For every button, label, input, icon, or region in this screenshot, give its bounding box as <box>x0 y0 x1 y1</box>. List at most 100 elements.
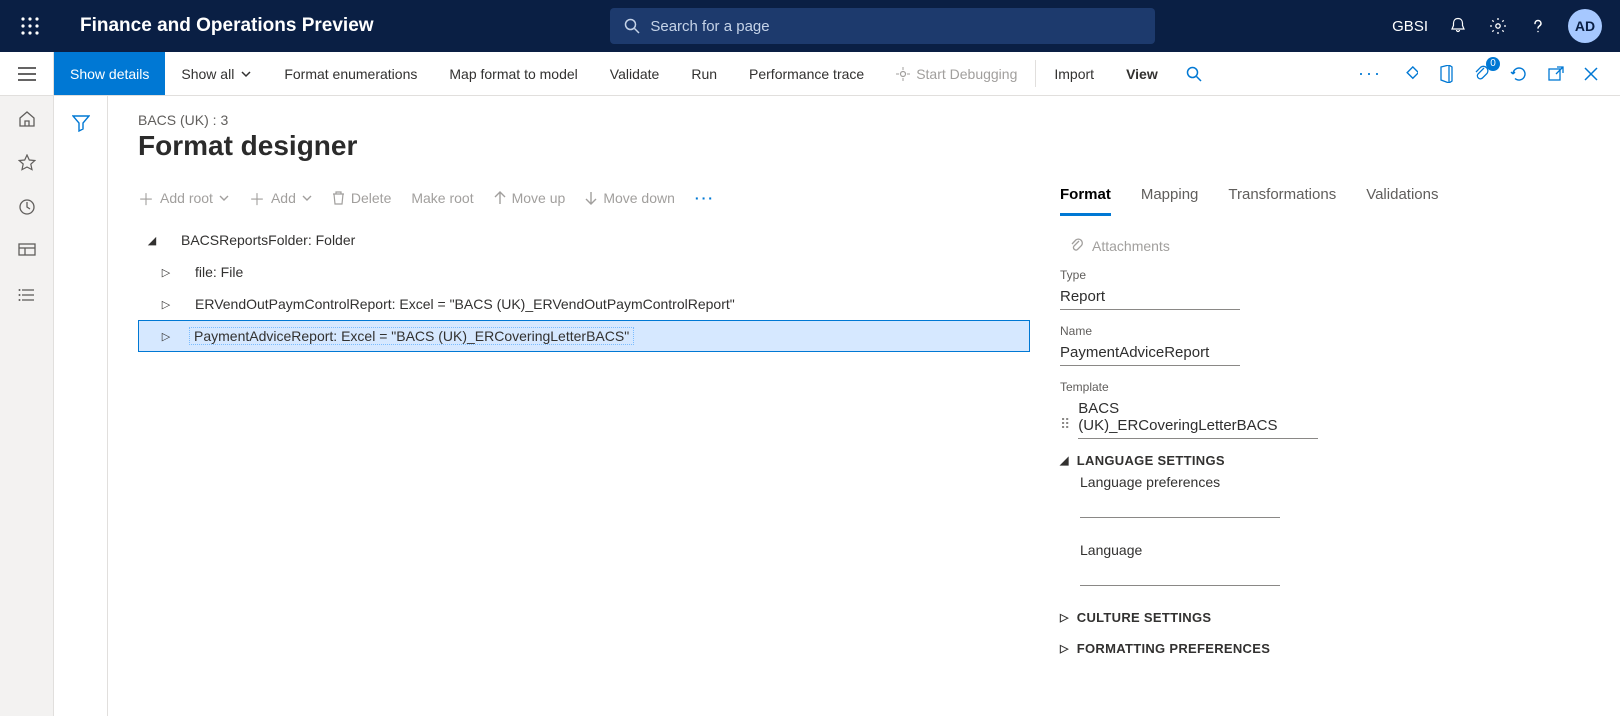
close-icon[interactable] <box>1584 67 1598 81</box>
office-icon[interactable] <box>1438 65 1454 83</box>
tree-node-label: ERVendOutPaymControlReport: Excel = "BAC… <box>189 296 741 312</box>
company-code[interactable]: GBSI <box>1392 18 1428 35</box>
body-content: BACS (UK) : 3 Format designer ＋Add root … <box>0 96 1620 716</box>
validate-button[interactable]: Validate <box>594 52 676 95</box>
tab-validations[interactable]: Validations <box>1366 186 1438 216</box>
template-field: Template ⠿ BACS (UK)_ERCoveringLetterBAC… <box>1060 380 1590 439</box>
format-tree: ◢ BACSReportsFolder: Folder ▷ file: File… <box>138 224 1030 352</box>
arrow-up-icon <box>494 191 506 205</box>
view-button[interactable]: View <box>1110 52 1174 95</box>
section-language-label: LANGUAGE SETTINGS <box>1077 453 1225 468</box>
detail-tabs: Format Mapping Transformations Validatio… <box>1060 186 1590 216</box>
list-icon[interactable] <box>18 286 36 304</box>
gear-icon[interactable] <box>1488 16 1508 36</box>
section-formatting-preferences[interactable]: ▷ FORMATTING PREFERENCES <box>1060 641 1590 656</box>
template-label: Template <box>1060 380 1590 394</box>
top-bar: Finance and Operations Preview Search fo… <box>0 0 1620 52</box>
move-down-button[interactable]: Move down <box>585 190 675 206</box>
run-button[interactable]: Run <box>675 52 733 95</box>
type-field: Type Report <box>1060 268 1590 310</box>
clock-icon[interactable] <box>18 198 36 216</box>
star-icon[interactable] <box>18 154 36 172</box>
tab-transformations[interactable]: Transformations <box>1228 186 1336 216</box>
tree-toolbar: ＋Add root ＋Add Delete Make root Move up … <box>138 186 1030 210</box>
tree-node-label: file: File <box>189 264 249 280</box>
debug-icon <box>896 67 910 81</box>
caret-right-icon: ▷ <box>1060 642 1069 655</box>
search-icon <box>624 18 640 34</box>
format-enumerations-button[interactable]: Format enumerations <box>268 52 433 95</box>
waffle-icon[interactable] <box>16 12 44 40</box>
grip-icon[interactable]: ⠿ <box>1060 413 1068 435</box>
name-label: Name <box>1060 324 1590 338</box>
map-format-button[interactable]: Map format to model <box>433 52 593 95</box>
attachments-icon[interactable]: 0 <box>1474 65 1490 83</box>
language-field[interactable] <box>1080 562 1280 586</box>
language-label: Language <box>1080 542 1590 558</box>
chevron-down-icon <box>302 193 312 203</box>
app-title: Finance and Operations Preview <box>80 15 374 37</box>
filter-rail <box>54 96 108 716</box>
attachments-badge: 0 <box>1486 57 1500 71</box>
left-rail <box>0 96 54 716</box>
help-icon[interactable] <box>1528 16 1548 36</box>
delete-button[interactable]: Delete <box>332 190 391 206</box>
breadcrumb: BACS (UK) : 3 <box>138 112 1590 128</box>
search-input[interactable]: Search for a page <box>610 8 1155 44</box>
detail-pane: Format Mapping Transformations Validatio… <box>1060 186 1590 662</box>
name-field: Name PaymentAdviceReport <box>1060 324 1590 366</box>
filter-icon[interactable] <box>72 114 90 716</box>
workspace-icon[interactable] <box>18 242 36 260</box>
caret-right-icon[interactable]: ▷ <box>157 298 175 311</box>
section-language-settings[interactable]: ◢ LANGUAGE SETTINGS <box>1060 453 1590 468</box>
avatar[interactable]: AD <box>1568 9 1602 43</box>
show-details-button[interactable]: Show details <box>54 52 165 95</box>
move-up-button[interactable]: Move up <box>494 190 566 206</box>
caret-right-icon[interactable]: ▷ <box>157 330 175 343</box>
more-icon[interactable]: ··· <box>1358 63 1382 84</box>
refresh-icon[interactable] <box>1510 65 1528 83</box>
popout-icon[interactable] <box>1548 66 1564 82</box>
tree-row-selected[interactable]: ▷ PaymentAdviceReport: Excel = "BACS (UK… <box>138 320 1030 352</box>
separator <box>1035 60 1036 87</box>
arrow-down-icon <box>585 191 597 205</box>
caret-right-icon[interactable]: ▷ <box>157 266 175 279</box>
language-preferences-field[interactable] <box>1080 494 1280 518</box>
diamond-icon[interactable] <box>1402 66 1418 82</box>
menu-toggle-icon[interactable] <box>0 52 54 95</box>
show-all-button[interactable]: Show all <box>165 52 268 95</box>
import-button[interactable]: Import <box>1038 52 1110 95</box>
start-debugging-label: Start Debugging <box>916 66 1017 82</box>
name-value[interactable]: PaymentAdviceReport <box>1060 340 1240 366</box>
show-all-label: Show all <box>181 66 234 82</box>
performance-trace-button[interactable]: Performance trace <box>733 52 880 95</box>
caret-right-icon: ▷ <box>1060 611 1069 624</box>
more-tree-icon[interactable]: ··· <box>695 190 715 206</box>
page-title: Format designer <box>138 130 1590 162</box>
add-root-button[interactable]: ＋Add root <box>138 186 229 210</box>
start-debugging-button[interactable]: Start Debugging <box>880 52 1033 95</box>
search-placeholder: Search for a page <box>650 18 769 35</box>
section-formatting-label: FORMATTING PREFERENCES <box>1077 641 1270 656</box>
type-value[interactable]: Report <box>1060 284 1240 310</box>
tree-row[interactable]: ▷ ERVendOutPaymControlReport: Excel = "B… <box>138 288 1030 320</box>
add-button[interactable]: ＋Add <box>249 186 312 210</box>
caret-down-icon[interactable]: ◢ <box>143 234 161 247</box>
section-culture-settings[interactable]: ▷ CULTURE SETTINGS <box>1060 610 1590 625</box>
tab-mapping[interactable]: Mapping <box>1141 186 1199 216</box>
section-culture-label: CULTURE SETTINGS <box>1077 610 1212 625</box>
chevron-down-icon <box>240 68 252 80</box>
bell-icon[interactable] <box>1448 16 1468 36</box>
chevron-down-icon <box>219 193 229 203</box>
template-value[interactable]: BACS (UK)_ERCoveringLetterBACS <box>1078 396 1318 439</box>
make-root-button[interactable]: Make root <box>411 190 473 206</box>
caret-down-icon: ◢ <box>1060 454 1069 467</box>
trash-icon <box>332 191 345 205</box>
tree-root-row[interactable]: ◢ BACSReportsFolder: Folder <box>138 224 1030 256</box>
tree-row[interactable]: ▷ file: File <box>138 256 1030 288</box>
tab-format[interactable]: Format <box>1060 186 1111 216</box>
home-icon[interactable] <box>18 110 36 128</box>
attachments-button[interactable]: Attachments <box>1060 234 1590 258</box>
search-action-icon[interactable] <box>1174 52 1214 95</box>
action-bar: Show details Show all Format enumeration… <box>0 52 1620 96</box>
